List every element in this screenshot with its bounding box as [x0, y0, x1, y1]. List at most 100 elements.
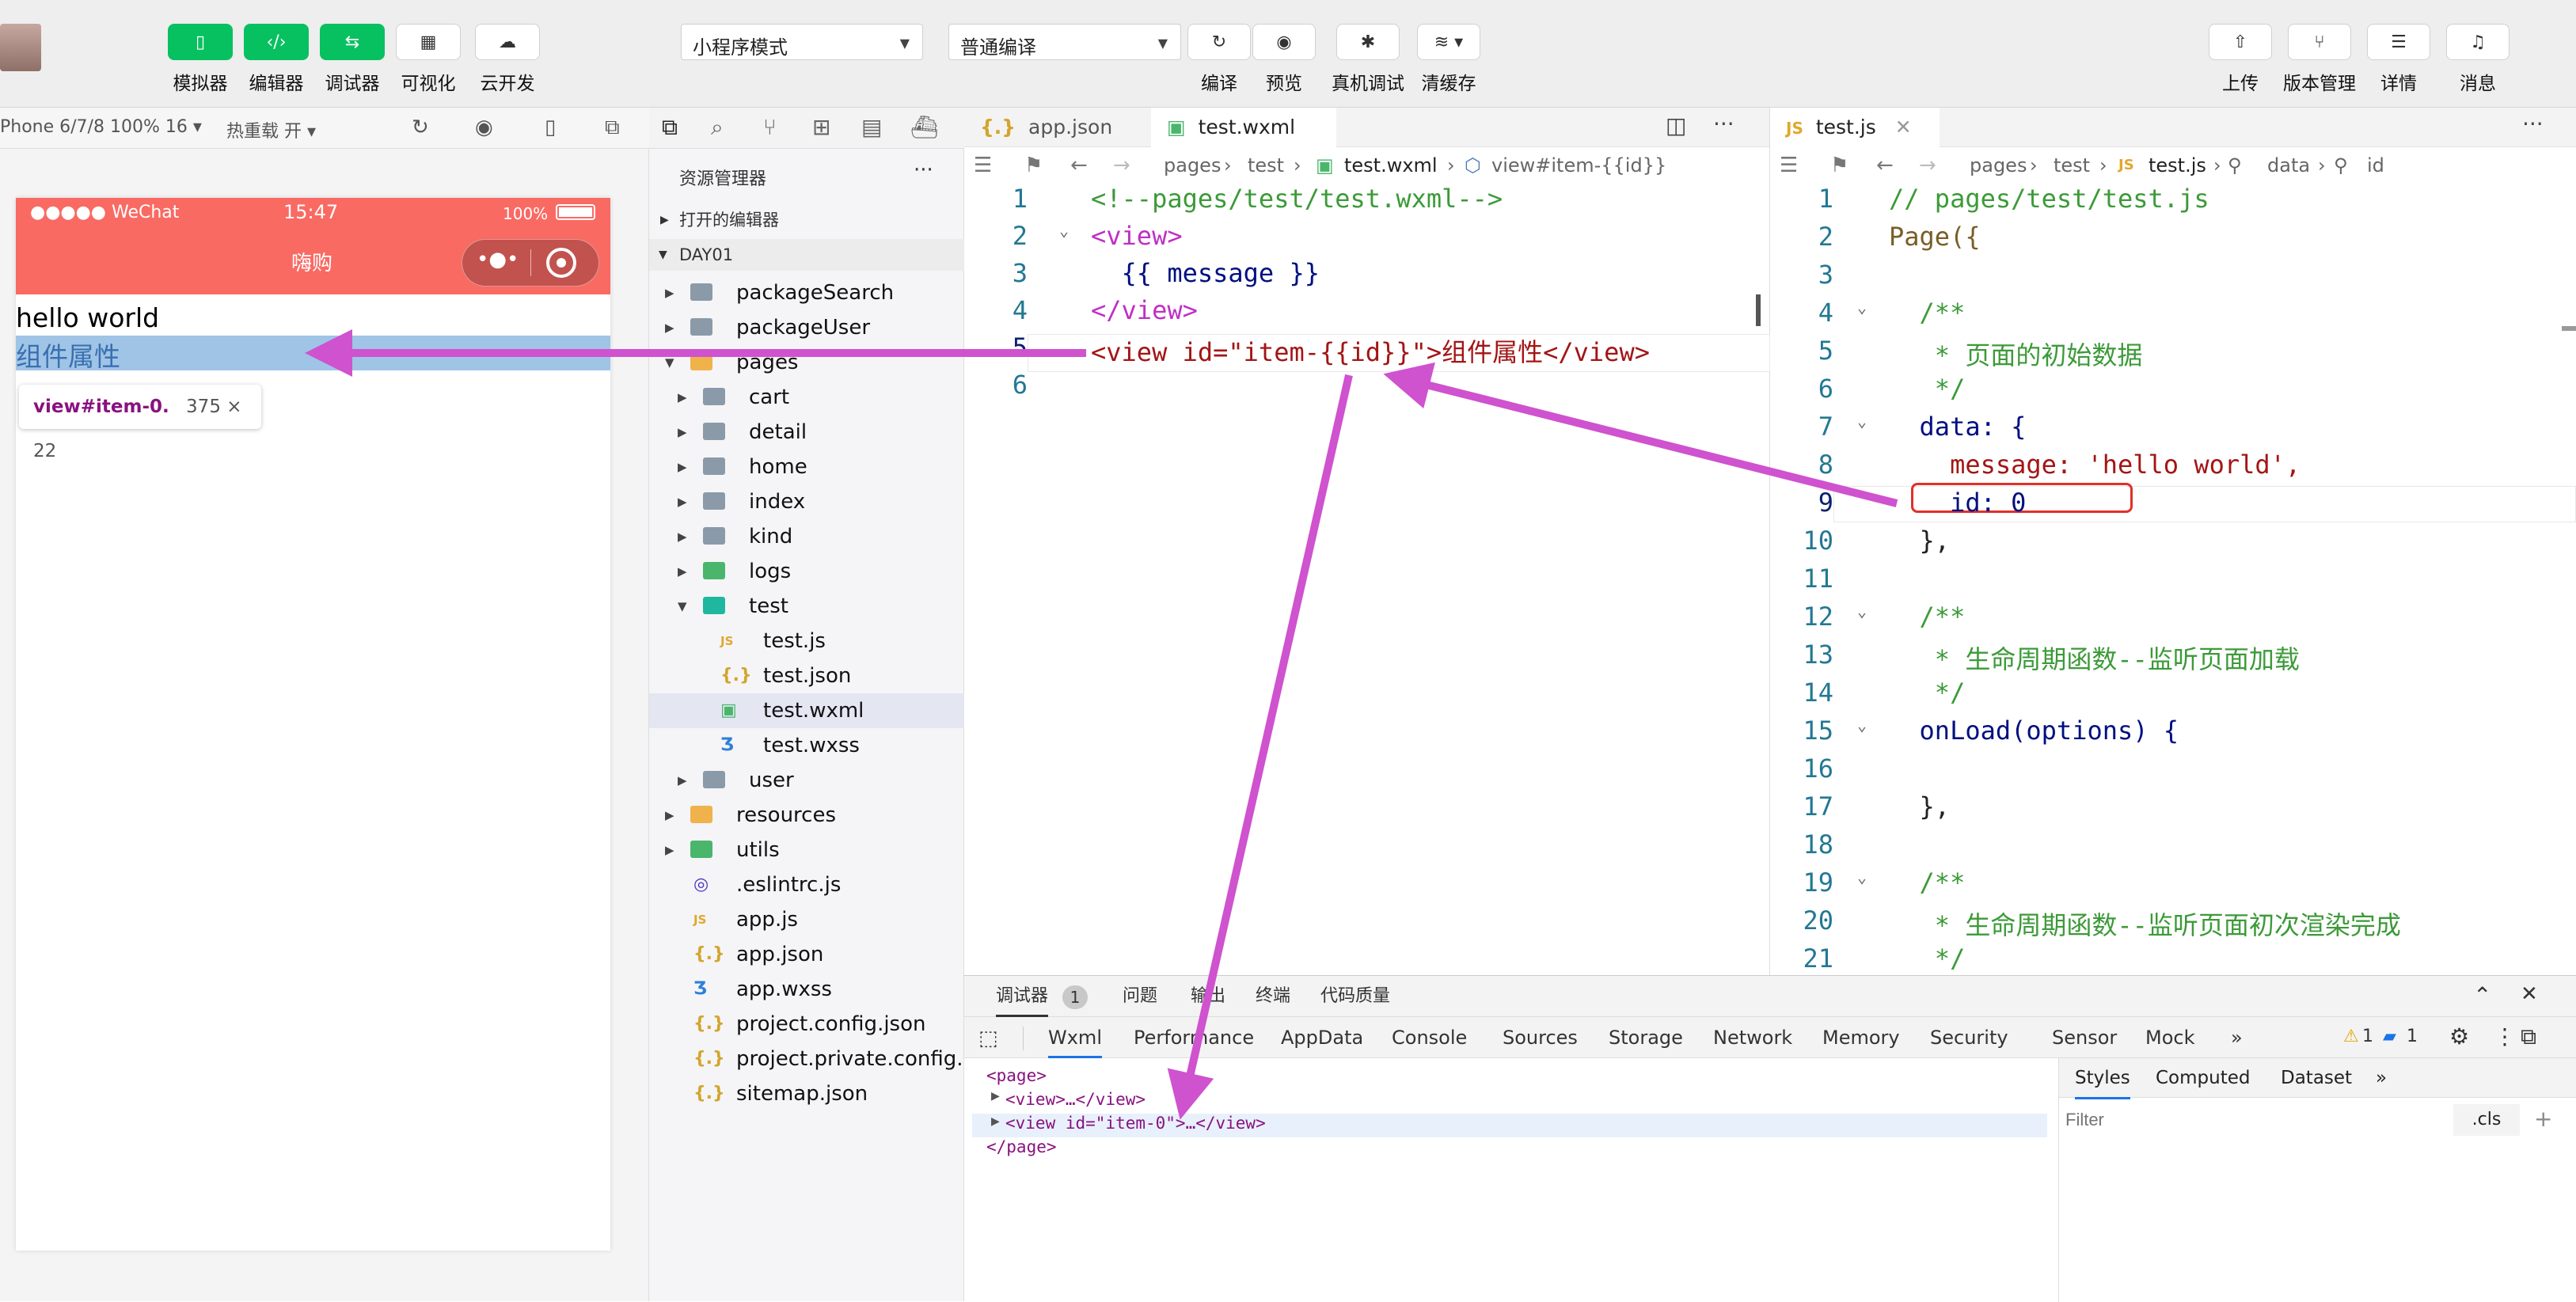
tab-console[interactable]: Console — [1392, 1017, 1467, 1058]
list-icon[interactable]: ☰ — [974, 147, 992, 184]
reload-icon[interactable]: ↻ — [412, 116, 429, 139]
tab-security[interactable]: Security — [1930, 1017, 2008, 1058]
breadcrumb-item[interactable]: test.wxml — [1344, 147, 1438, 184]
wxml-node-selected[interactable]: <view id="item-0">…</view> — [1005, 1114, 1266, 1133]
tab-mock[interactable]: Mock — [2145, 1017, 2194, 1058]
tree-item[interactable]: JS test.js — [649, 624, 964, 659]
new-window-icon[interactable]: ⧉ — [605, 116, 620, 140]
extensions-icon[interactable]: ⊞ — [812, 114, 830, 140]
tree-item[interactable]: ▶ user — [649, 763, 964, 798]
fold-icon[interactable]: ⌄ — [1857, 602, 1867, 621]
tree-item[interactable]: {.} test.json — [649, 659, 964, 693]
list-icon[interactable]: ☰ — [1780, 147, 1798, 184]
inspect-icon[interactable]: ⬚ — [978, 1027, 998, 1050]
breadcrumb-item[interactable]: pages — [1970, 147, 2027, 184]
simulator-toggle-button[interactable]: ▯ — [168, 24, 233, 60]
tab-test-wxml[interactable]: ▣ test.wxml ✕ — [1151, 108, 1336, 178]
tab-sensor[interactable]: Sensor — [2052, 1017, 2117, 1058]
device-select[interactable]: Phone 6/7/8 100% 16 ▾ — [0, 117, 202, 137]
details-button[interactable]: ☰ — [2367, 24, 2430, 60]
clear-cache-button[interactable]: ≋ ▾ — [1417, 24, 1480, 60]
explorer-more-icon[interactable]: ··· — [914, 158, 933, 182]
tree-item[interactable]: ▶ packageUser — [649, 310, 964, 345]
docker-icon[interactable]: ⛴ — [910, 114, 939, 140]
expand-icon[interactable]: ▶ — [991, 1090, 1000, 1103]
bookmark-icon[interactable]: ⚑ — [1024, 147, 1043, 184]
fold-icon[interactable]: ⌄ — [1857, 298, 1867, 317]
debugger-toggle-button[interactable]: ⇆ — [320, 24, 385, 60]
tab-sources[interactable]: Sources — [1503, 1017, 1578, 1058]
tree-item[interactable]: ▶ detail — [649, 415, 964, 450]
wxml-node[interactable]: <view>…</view> — [1005, 1090, 1146, 1109]
tree-item[interactable]: {.} project.config.json — [649, 1007, 964, 1042]
version-button[interactable]: ⑂ — [2288, 24, 2351, 60]
more-actions-icon[interactable]: ··· — [2522, 111, 2544, 137]
tab-computed[interactable]: Computed — [2156, 1058, 2250, 1099]
more-tabs-icon[interactable]: » — [2231, 1017, 2243, 1058]
editor-toggle-button[interactable]: ‹/› — [244, 24, 309, 60]
tree-item[interactable]: ▶ cart — [649, 380, 964, 415]
expand-icon[interactable]: ▶ — [991, 1115, 1000, 1128]
tree-item[interactable]: ◎ .eslintrc.js — [649, 867, 964, 902]
fold-icon[interactable]: ⌄ — [1857, 867, 1867, 886]
breadcrumb-item[interactable]: view#item-{{id}} — [1491, 147, 1666, 184]
tab-styles[interactable]: Styles — [2075, 1058, 2130, 1099]
tree-item[interactable]: ▼ pages — [649, 345, 964, 380]
tree-item[interactable]: ▼ test — [649, 589, 964, 624]
tab-output[interactable]: 输出 — [1191, 976, 1225, 1017]
kebab-menu-icon[interactable]: ⋮ — [2494, 1023, 2516, 1050]
tab-memory[interactable]: Memory — [1822, 1017, 1900, 1058]
tree-item[interactable]: Ʒapp.wxss — [649, 972, 964, 1007]
upload-button[interactable]: ⇧ — [2209, 24, 2272, 60]
files-icon[interactable]: ⧉ — [662, 114, 678, 141]
tree-item[interactable]: {.} app.json — [649, 937, 964, 972]
forward-arrow-icon[interactable]: → — [1919, 147, 1936, 184]
open-editors-section[interactable]: ▶ 打开的编辑器 — [649, 204, 964, 236]
gear-icon[interactable]: ⚙ — [2449, 1023, 2469, 1050]
more-tabs-icon[interactable]: » — [2376, 1058, 2387, 1099]
visual-button[interactable]: ▦ — [396, 24, 461, 60]
fold-icon[interactable]: ⌄ — [1059, 221, 1069, 240]
git-icon[interactable]: ⑂ — [763, 114, 777, 140]
tree-item[interactable]: Ʒtest.wxss — [649, 728, 964, 763]
tree-item[interactable]: ▶ packageSearch — [649, 275, 964, 310]
tree-item[interactable]: {.} project.private.config... — [649, 1042, 976, 1076]
real-device-debug-button[interactable]: ✱ — [1336, 24, 1400, 60]
wxml-node[interactable]: </page> — [986, 1137, 1057, 1156]
mode-select[interactable]: 小程序模式 ▼ — [681, 24, 923, 60]
tree-item[interactable]: JS app.js — [649, 902, 964, 937]
tree-item[interactable]: ▶ logs — [649, 554, 964, 589]
capsule-menu[interactable]: •●• — [462, 239, 599, 287]
close-capsule-icon[interactable] — [546, 248, 576, 278]
dock-icon[interactable]: ⧉ — [2521, 1023, 2536, 1050]
tree-item[interactable]: ▶ home — [649, 450, 964, 484]
avatar[interactable] — [0, 24, 41, 71]
breadcrumb-item[interactable]: pages — [1164, 147, 1221, 184]
bookmark-icon[interactable]: ⚑ — [1830, 147, 1848, 184]
tab-terminal[interactable]: 终端 — [1256, 976, 1290, 1017]
fold-icon[interactable]: ⌄ — [1857, 412, 1867, 431]
tree-item[interactable]: {.} sitemap.json — [649, 1076, 964, 1111]
wxml-node[interactable]: <page> — [986, 1066, 1047, 1085]
stop-icon[interactable]: ◉ — [475, 116, 493, 139]
breadcrumb-item[interactable]: test.js — [2149, 147, 2206, 184]
panel-icon[interactable]: ▤ — [861, 114, 882, 140]
tab-wxml[interactable]: Wxml — [1048, 1017, 1102, 1058]
tab-test-js[interactable]: JS test.js ✕ — [1770, 108, 1940, 147]
tree-item[interactable]: ▶ index — [649, 484, 964, 519]
tab-debugger[interactable]: 调试器 — [996, 976, 1049, 1017]
tab-appdata[interactable]: AppData — [1281, 1017, 1363, 1058]
back-arrow-icon[interactable]: ← — [1876, 147, 1894, 184]
breadcrumb-item[interactable]: data — [2267, 147, 2310, 184]
close-icon[interactable]: ✕ — [1895, 116, 1912, 139]
tree-item[interactable]: ▣ test.wxml — [649, 693, 964, 728]
tab-code-quality[interactable]: 代码质量 — [1320, 976, 1390, 1017]
tab-app-json[interactable]: {.} app.json — [964, 108, 1151, 147]
tree-item[interactable]: ▶ resources — [649, 798, 964, 833]
back-arrow-icon[interactable]: ← — [1070, 147, 1088, 184]
cls-toggle[interactable]: .cls — [2453, 1104, 2520, 1136]
compile-button[interactable]: ↻ — [1187, 24, 1251, 60]
tab-network[interactable]: Network — [1713, 1017, 1792, 1058]
close-icon[interactable]: ✕ — [2521, 982, 2538, 1006]
tree-item[interactable]: ▶ kind — [649, 519, 964, 554]
